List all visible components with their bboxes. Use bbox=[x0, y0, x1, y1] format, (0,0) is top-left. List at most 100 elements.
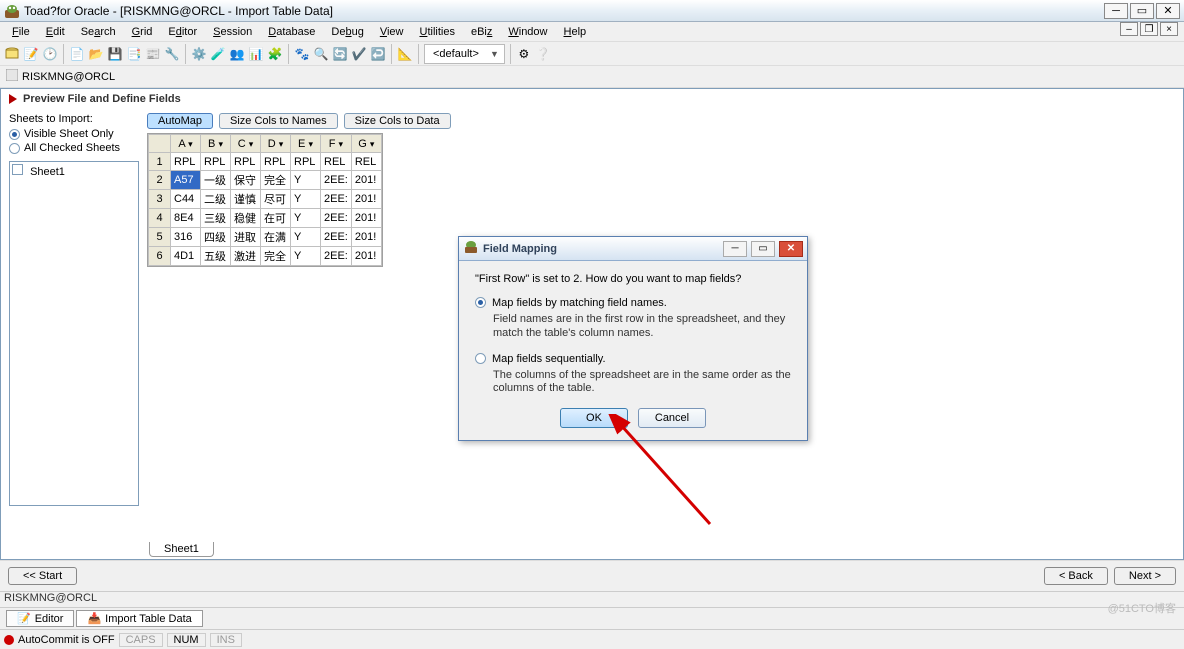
option-match-names-label: Map fields by matching field names. bbox=[492, 297, 667, 309]
bottom-tabs: 📝 Editor 📥 Import Table Data bbox=[0, 607, 1184, 629]
doc-minimize-button[interactable]: – bbox=[1120, 22, 1138, 36]
sheet-tab[interactable]: Sheet1 bbox=[149, 542, 214, 557]
dialog-minimize-button[interactable]: ─ bbox=[723, 241, 747, 257]
compare-icon[interactable]: 📑 bbox=[126, 46, 142, 62]
automap-button[interactable]: AutoMap bbox=[147, 113, 213, 129]
menu-edit[interactable]: Edit bbox=[38, 24, 73, 40]
table-row[interactable]: 5316四级进取在满Y2EE:201! bbox=[149, 228, 382, 247]
menu-database[interactable]: Database bbox=[260, 24, 323, 40]
open-icon[interactable]: 📂 bbox=[88, 46, 104, 62]
menu-debug[interactable]: Debug bbox=[323, 24, 371, 40]
sql-editor-icon[interactable]: 📝 bbox=[23, 46, 39, 62]
cancel-button[interactable]: Cancel bbox=[638, 408, 706, 428]
db-connect-icon[interactable] bbox=[4, 46, 20, 62]
find-icon[interactable]: 🔍 bbox=[313, 46, 329, 62]
col-header[interactable]: F ▾ bbox=[321, 135, 352, 153]
gear-icon[interactable]: ⚙ bbox=[516, 46, 532, 62]
commit-icon[interactable]: ✔️ bbox=[351, 46, 367, 62]
dialog-close-button[interactable]: ✕ bbox=[779, 241, 803, 257]
menu-view[interactable]: View bbox=[372, 24, 412, 40]
menubar: File Edit Search Grid Editor Session Dat… bbox=[0, 22, 1184, 42]
monitor-icon[interactable]: 📊 bbox=[248, 46, 264, 62]
table-row[interactable]: 48E4三级稳健在可Y2EE:201! bbox=[149, 209, 382, 228]
schema-dropdown-text: <default> bbox=[427, 48, 487, 60]
back-button[interactable]: < Back bbox=[1044, 567, 1108, 585]
menu-help[interactable]: Help bbox=[556, 24, 595, 40]
doc-close-button[interactable]: × bbox=[1160, 22, 1178, 36]
size-to-names-button[interactable]: Size Cols to Names bbox=[219, 113, 338, 129]
help-icon[interactable]: ❔ bbox=[535, 46, 551, 62]
recall-icon[interactable]: 🕑 bbox=[42, 46, 58, 62]
autocommit-dot-icon bbox=[4, 635, 14, 645]
size-to-data-button[interactable]: Size Cols to Data bbox=[344, 113, 451, 129]
doc-restore-button[interactable]: ❐ bbox=[1140, 22, 1158, 36]
table-row[interactable]: 1RPLRPLRPLRPLRPLRELREL bbox=[149, 153, 382, 171]
sheet-item[interactable]: Sheet1 bbox=[12, 164, 136, 178]
menu-search[interactable]: Search bbox=[73, 24, 124, 40]
tune-icon[interactable]: 🧪 bbox=[210, 46, 226, 62]
connection-status: RISKMNG@ORCL bbox=[0, 591, 1184, 607]
profiler-icon[interactable]: ⚙️ bbox=[191, 46, 207, 62]
start-button[interactable]: << Start bbox=[8, 567, 77, 585]
radio-visible-label: Visible Sheet Only bbox=[24, 128, 114, 140]
import-tab[interactable]: 📥 Import Table Data bbox=[76, 610, 202, 627]
col-header[interactable]: G ▾ bbox=[351, 135, 381, 153]
plan-icon[interactable]: 📐 bbox=[397, 46, 413, 62]
radio-checked-label: All Checked Sheets bbox=[24, 142, 120, 154]
query-builder-icon[interactable]: 🔧 bbox=[164, 46, 180, 62]
menu-utilities[interactable]: Utilities bbox=[411, 24, 462, 40]
next-button[interactable]: Next > bbox=[1114, 567, 1176, 585]
unit-test-icon[interactable]: 🧩 bbox=[267, 46, 283, 62]
maximize-button[interactable]: ▭ bbox=[1130, 3, 1154, 19]
radio-visible-sheet[interactable]: Visible Sheet Only bbox=[9, 127, 139, 141]
sheets-label: Sheets to Import: bbox=[9, 113, 139, 125]
connection-text: RISKMNG@ORCL bbox=[22, 71, 115, 83]
table-row[interactable]: 3C44二级谨慎尽可Y2EE:201! bbox=[149, 190, 382, 209]
menu-ebiz[interactable]: eBiz bbox=[463, 24, 500, 40]
num-status: NUM bbox=[167, 633, 206, 647]
dialog-titlebar[interactable]: Field Mapping ─ ▭ ✕ bbox=[459, 237, 807, 261]
save-icon[interactable]: 💾 bbox=[107, 46, 123, 62]
checkbox-icon[interactable] bbox=[12, 164, 23, 175]
option-match-names[interactable]: Map fields by matching field names. bbox=[475, 297, 791, 309]
refresh-icon[interactable]: 🔄 bbox=[332, 46, 348, 62]
option-sequential[interactable]: Map fields sequentially. bbox=[475, 353, 791, 365]
preview-grid[interactable]: A ▾B ▾C ▾D ▾E ▾F ▾G ▾1RPLRPLRPLRPLRPLREL… bbox=[147, 133, 383, 267]
col-header[interactable]: E ▾ bbox=[291, 135, 321, 153]
menu-grid[interactable]: Grid bbox=[124, 24, 161, 40]
app-icon bbox=[4, 3, 20, 19]
sheet-list[interactable]: Sheet1 bbox=[9, 161, 139, 506]
autocommit-status[interactable]: AutoCommit is OFF bbox=[4, 634, 115, 646]
wizard-nav: << Start < Back Next > bbox=[0, 560, 1184, 591]
trace-icon[interactable]: 🐾 bbox=[294, 46, 310, 62]
minimize-button[interactable]: ─ bbox=[1104, 3, 1128, 19]
rollback-icon[interactable]: ↩️ bbox=[370, 46, 386, 62]
table-row[interactable]: 2A57一级保守完全Y2EE:201! bbox=[149, 171, 382, 190]
menu-file[interactable]: File bbox=[4, 24, 38, 40]
radio-checked-sheets[interactable]: All Checked Sheets bbox=[9, 141, 139, 155]
chevron-down-icon: ▼ bbox=[487, 49, 502, 59]
col-header[interactable]: B ▾ bbox=[201, 135, 231, 153]
team-icon[interactable]: 👥 bbox=[229, 46, 245, 62]
radio-icon bbox=[9, 143, 20, 154]
autocommit-label: AutoCommit is OFF bbox=[18, 634, 115, 646]
table-row[interactable]: 64D1五级激进完全Y2EE:201! bbox=[149, 247, 382, 266]
output-icon[interactable]: 📰 bbox=[145, 46, 161, 62]
col-header[interactable]: D ▾ bbox=[261, 135, 291, 153]
menu-window[interactable]: Window bbox=[500, 24, 555, 40]
ok-button[interactable]: OK bbox=[560, 408, 628, 428]
option-sequential-label: Map fields sequentially. bbox=[492, 353, 606, 365]
editor-tab-icon: 📝 bbox=[17, 612, 31, 625]
col-header[interactable]: A ▾ bbox=[171, 135, 201, 153]
menu-session[interactable]: Session bbox=[205, 24, 260, 40]
sheet-item-label: Sheet1 bbox=[30, 166, 65, 178]
statusbar: AutoCommit is OFF CAPS NUM INS bbox=[0, 629, 1184, 649]
import-tab-label: Import Table Data bbox=[105, 613, 192, 625]
col-header[interactable]: C ▾ bbox=[231, 135, 261, 153]
editor-tab[interactable]: 📝 Editor bbox=[6, 610, 74, 627]
describe-icon[interactable]: 📄 bbox=[69, 46, 85, 62]
close-button[interactable]: ✕ bbox=[1156, 3, 1180, 19]
dialog-maximize-button[interactable]: ▭ bbox=[751, 241, 775, 257]
menu-editor[interactable]: Editor bbox=[160, 24, 205, 40]
schema-dropdown[interactable]: <default> ▼ bbox=[424, 44, 505, 64]
